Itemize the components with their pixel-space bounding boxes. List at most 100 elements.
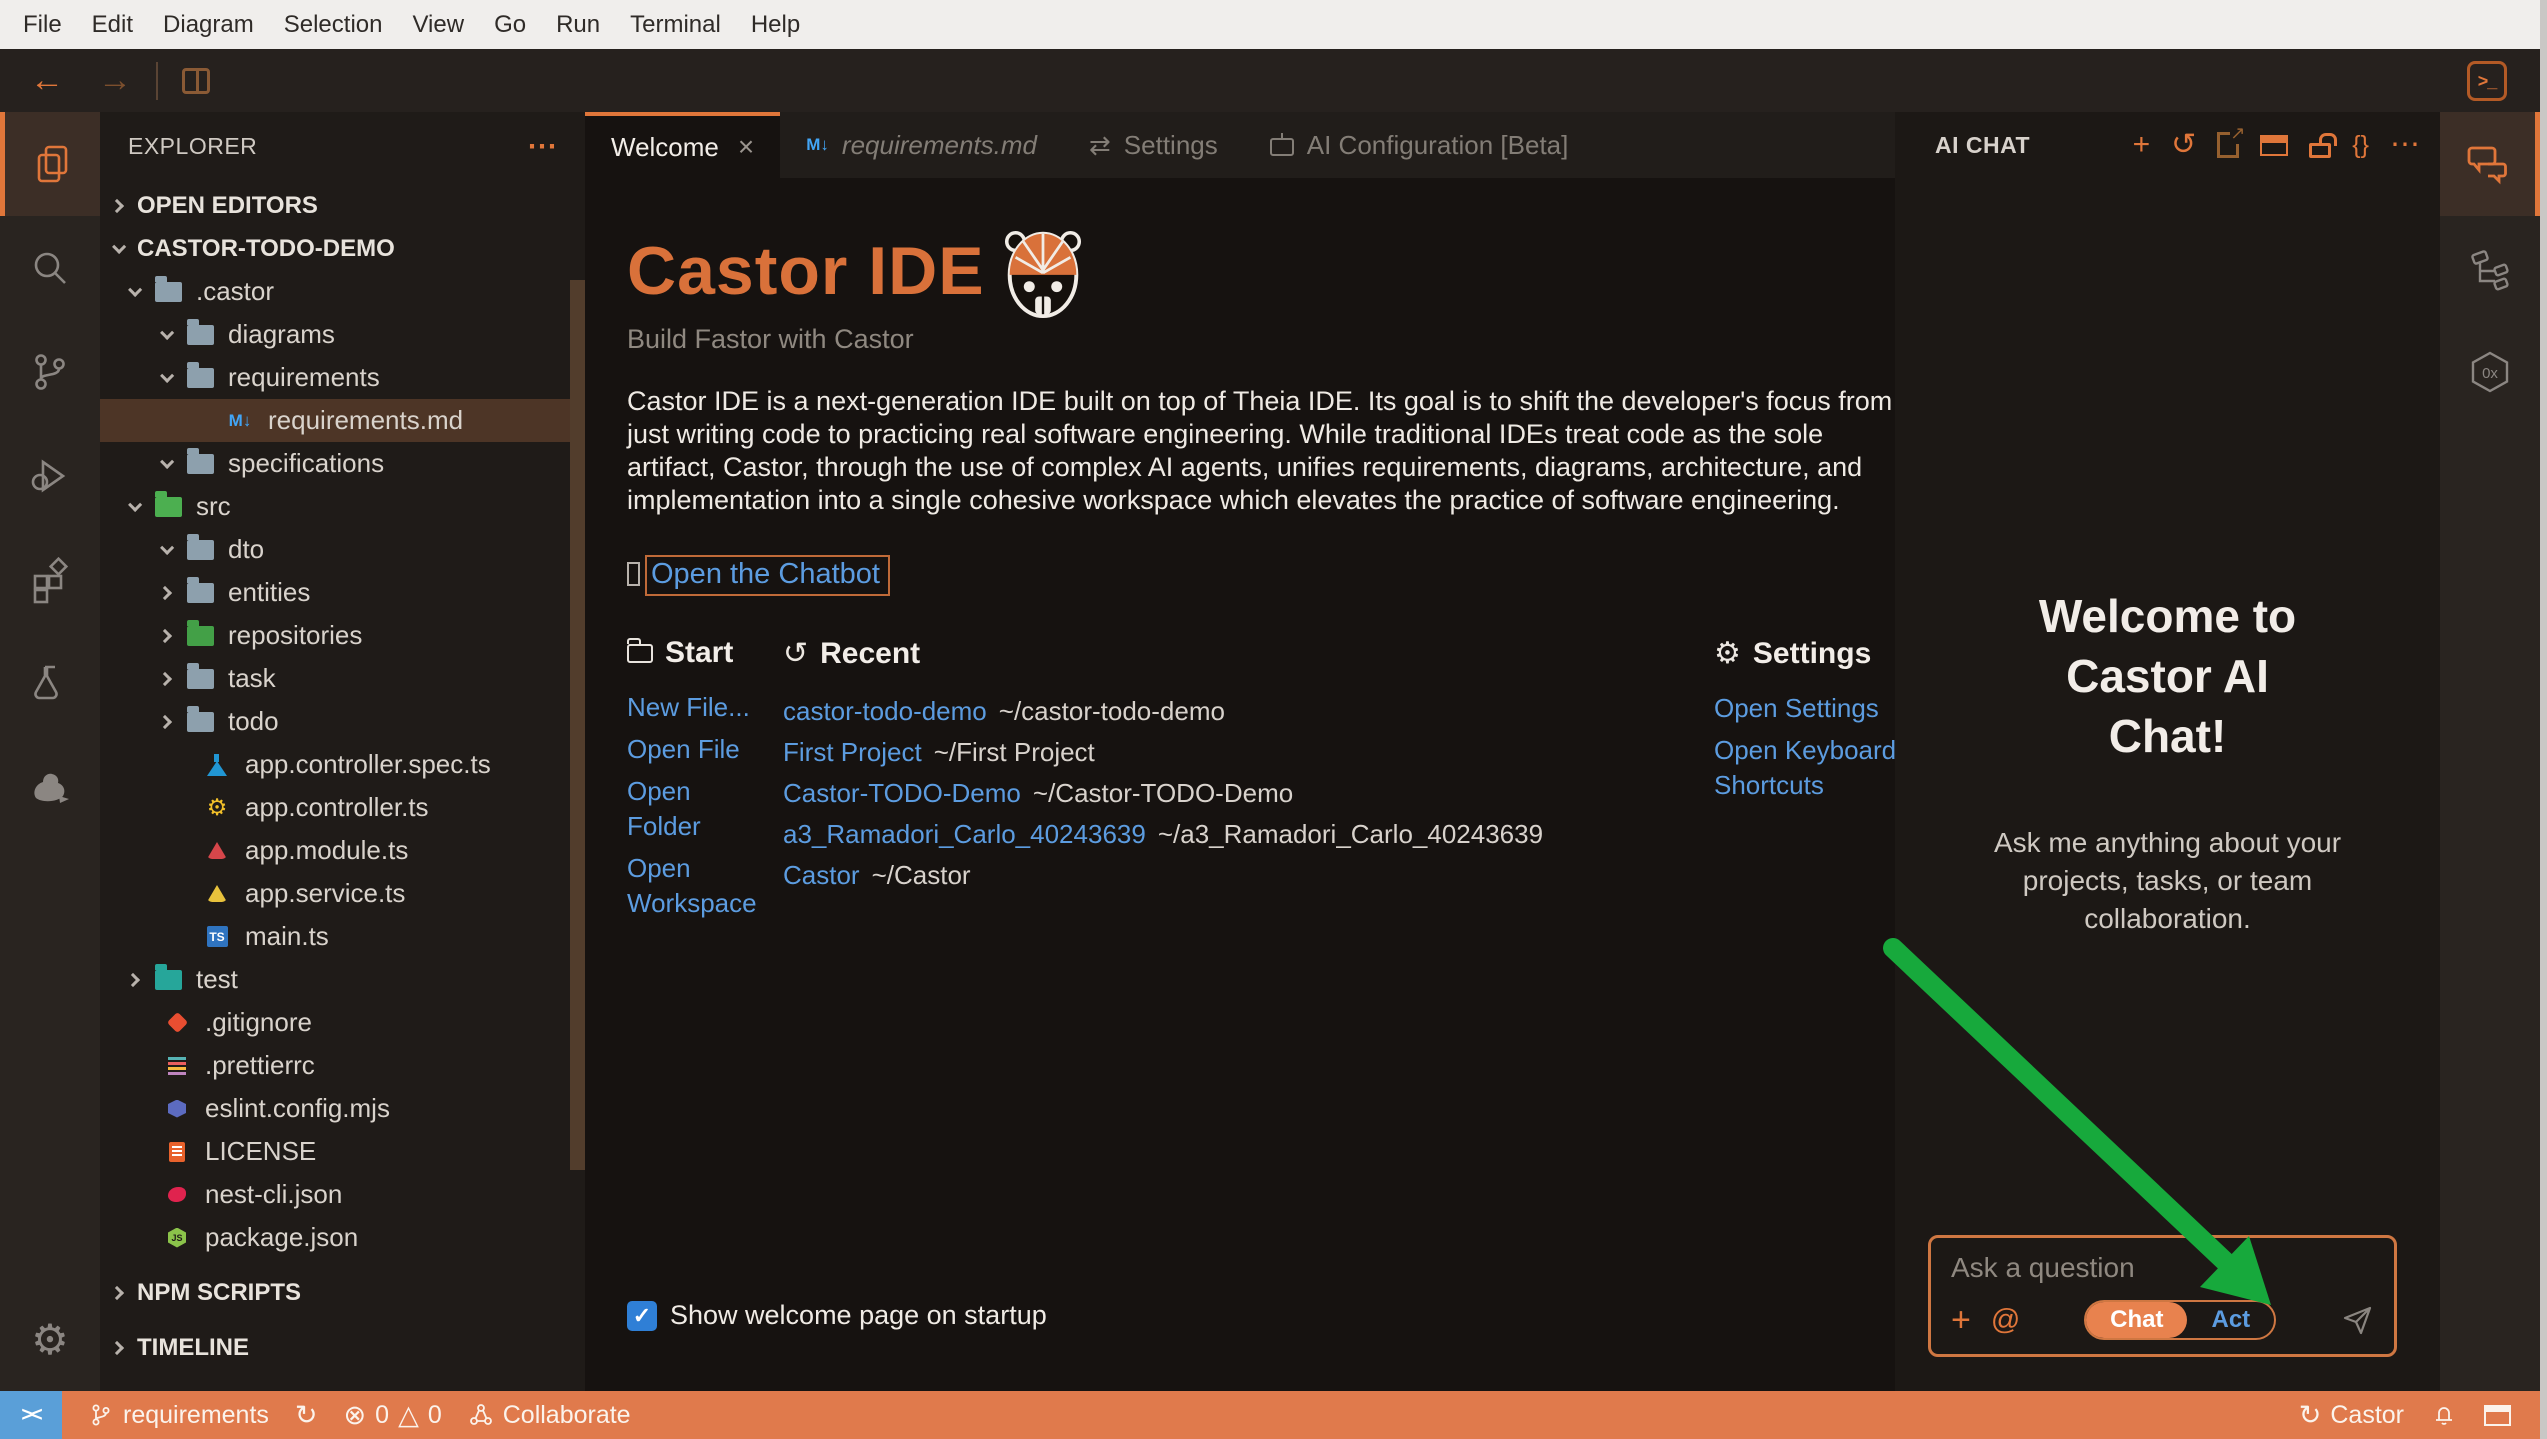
remote-indicator[interactable]: ><: [0, 1391, 62, 1439]
terminal-icon[interactable]: >_: [2467, 61, 2507, 101]
sidebar-scrollbar[interactable]: [570, 280, 585, 1170]
tree-item-nest-cli-json[interactable]: nest-cli.json: [100, 1173, 585, 1216]
startup-checkbox[interactable]: ✓: [627, 1301, 657, 1331]
collaborate-status[interactable]: Collaborate: [468, 1401, 631, 1430]
tree-item-requirements-md[interactable]: M↓requirements.md: [100, 399, 585, 442]
activity-diagram[interactable]: [2440, 216, 2540, 320]
git-icon: [162, 1008, 192, 1038]
tree-item-app-service-ts[interactable]: app.service.ts: [100, 872, 585, 915]
tree-item-package-json[interactable]: JSpackage.json: [100, 1216, 585, 1259]
start-link-new-file[interactable]: New File...: [627, 690, 757, 725]
tree-item-app-controller-spec-ts[interactable]: app.controller.spec.ts: [100, 743, 585, 786]
activity-castor[interactable]: [0, 736, 100, 840]
tree-item-task[interactable]: task: [100, 657, 585, 700]
menu-item-view[interactable]: View: [397, 11, 479, 39]
nav-forward-icon[interactable]: →: [98, 61, 132, 100]
start-link-open-workspace[interactable]: Open Workspace: [627, 851, 757, 921]
unlock-icon[interactable]: [2309, 143, 2331, 158]
tab-requirements-md[interactable]: M↓requirements.md: [780, 112, 1063, 178]
gear-file-glyph: ⚙: [207, 794, 228, 821]
beaker-icon: [26, 660, 74, 708]
activity-search[interactable]: [0, 216, 100, 320]
split-editor-icon[interactable]: [182, 68, 210, 94]
attach-icon[interactable]: +: [1951, 1305, 1971, 1335]
tree-item-dto[interactable]: dto: [100, 528, 585, 571]
tab-ai-configuration-beta[interactable]: AI Configuration [Beta]: [1244, 112, 1595, 178]
tree-item-test[interactable]: test: [100, 958, 585, 1001]
recent-item-first-project[interactable]: First Project~/First Project: [783, 732, 1714, 773]
open-in-editor-icon[interactable]: [2217, 132, 2239, 158]
agent-status[interactable]: ↻ Castor: [2299, 1400, 2404, 1431]
tree-item-castor[interactable]: .castor: [100, 270, 585, 313]
activity-ai-chat[interactable]: [2440, 112, 2540, 216]
tree-item-todo[interactable]: todo: [100, 700, 585, 743]
start-link-open-file[interactable]: Open File: [627, 732, 757, 767]
tree-item-gitignore[interactable]: .gitignore: [100, 1001, 585, 1044]
send-button[interactable]: [2340, 1303, 2374, 1337]
activity-settings[interactable]: ⚙: [0, 1287, 100, 1391]
menu-item-terminal[interactable]: Terminal: [615, 11, 736, 39]
activity-run-debug[interactable]: [0, 424, 100, 528]
tree-item-prettierrc[interactable]: .prettierrc: [100, 1044, 585, 1087]
close-icon[interactable]: ×: [738, 131, 754, 163]
activity-source-control[interactable]: [0, 320, 100, 424]
nav-back-icon[interactable]: ←: [30, 61, 64, 100]
tree-item-src[interactable]: src: [100, 485, 585, 528]
mode-act-button[interactable]: Act: [2187, 1306, 2274, 1334]
chat-input-placeholder[interactable]: Ask a question: [1951, 1252, 2374, 1284]
eslint-icon: [162, 1094, 192, 1124]
menu-item-edit[interactable]: Edit: [77, 11, 148, 39]
mention-icon[interactable]: @: [1991, 1304, 2020, 1337]
tree-item-label: eslint.config.mjs: [205, 1093, 390, 1124]
tree-item-entities[interactable]: entities: [100, 571, 585, 614]
folder-icon: [185, 535, 215, 565]
open-chatbot-link[interactable]: Open the Chatbot: [645, 555, 890, 596]
tree-item-castor-todo-demo[interactable]: CASTOR-TODO-DEMO: [100, 227, 585, 270]
menu-item-run[interactable]: Run: [541, 11, 615, 39]
recent-item-castor[interactable]: Castor~/Castor: [783, 855, 1714, 896]
tab-settings[interactable]: ⇄Settings: [1063, 112, 1244, 178]
menu-item-selection[interactable]: Selection: [269, 11, 398, 39]
explorer-more-icon[interactable]: ⋯: [527, 129, 557, 164]
new-chat-icon[interactable]: +: [2133, 130, 2151, 160]
settings-link-open-keyboard-shortcuts[interactable]: Open Keyboard Shortcuts: [1714, 733, 1899, 803]
menu-item-go[interactable]: Go: [479, 11, 541, 39]
settings-link-open-settings[interactable]: Open Settings: [1714, 691, 1899, 726]
tree-item-npm-scripts[interactable]: NPM SCRIPTS: [100, 1271, 585, 1314]
recent-item-castor-todo-demo[interactable]: castor-todo-demo~/castor-todo-demo: [783, 691, 1714, 732]
tab-welcome[interactable]: Welcome×: [585, 112, 780, 178]
tree-item-open-editors[interactable]: OPEN EDITORS: [100, 184, 585, 227]
layout-icon[interactable]: [2260, 135, 2288, 156]
menu-item-help[interactable]: Help: [736, 11, 815, 39]
branch-status[interactable]: requirements: [88, 1401, 269, 1430]
panel-layout-icon[interactable]: [2484, 1405, 2511, 1426]
tree-item-specifications[interactable]: specifications: [100, 442, 585, 485]
recent-item-a3-ramadori-carlo-40243639[interactable]: a3_Ramadori_Carlo_40243639~/a3_Ramadori_…: [783, 814, 1714, 855]
activity-explorer[interactable]: [0, 112, 100, 216]
tree-item-timeline[interactable]: TIMELINE: [100, 1326, 585, 1369]
start-link-open-folder[interactable]: Open Folder: [627, 774, 757, 844]
bell-icon[interactable]: [2430, 1401, 2458, 1429]
tree-item-repositories[interactable]: repositories: [100, 614, 585, 657]
problems-status[interactable]: ⊗ 0 △ 0: [344, 1400, 442, 1431]
tree-item-license[interactable]: LICENSE: [100, 1130, 585, 1173]
activity-extensions[interactable]: [0, 528, 100, 632]
braces-icon[interactable]: {}: [2352, 130, 2369, 160]
sync-status[interactable]: ↻: [295, 1400, 318, 1431]
mode-toggle[interactable]: Chat Act: [2084, 1300, 2276, 1340]
tree-item-app-module-ts[interactable]: app.module.ts: [100, 829, 585, 872]
chat-input-box[interactable]: Ask a question + @ Chat Act: [1928, 1235, 2397, 1357]
tree-item-app-controller-ts[interactable]: ⚙app.controller.ts: [100, 786, 585, 829]
more-icon[interactable]: ⋯: [2390, 130, 2420, 160]
recent-item-castor-todo-demo[interactable]: Castor-TODO-Demo~/Castor-TODO-Demo: [783, 773, 1714, 814]
activity-hex[interactable]: 0x: [2440, 320, 2540, 424]
tree-item-requirements[interactable]: requirements: [100, 356, 585, 399]
activity-test[interactable]: [0, 632, 100, 736]
menu-item-file[interactable]: File: [8, 11, 77, 39]
menu-item-diagram[interactable]: Diagram: [148, 11, 269, 39]
tree-item-main-ts[interactable]: TSmain.ts: [100, 915, 585, 958]
mode-chat-button[interactable]: Chat: [2086, 1302, 2187, 1338]
tree-item-diagrams[interactable]: diagrams: [100, 313, 585, 356]
tree-item-eslint-config-mjs[interactable]: eslint.config.mjs: [100, 1087, 585, 1130]
history-icon[interactable]: ↺: [2171, 130, 2196, 160]
